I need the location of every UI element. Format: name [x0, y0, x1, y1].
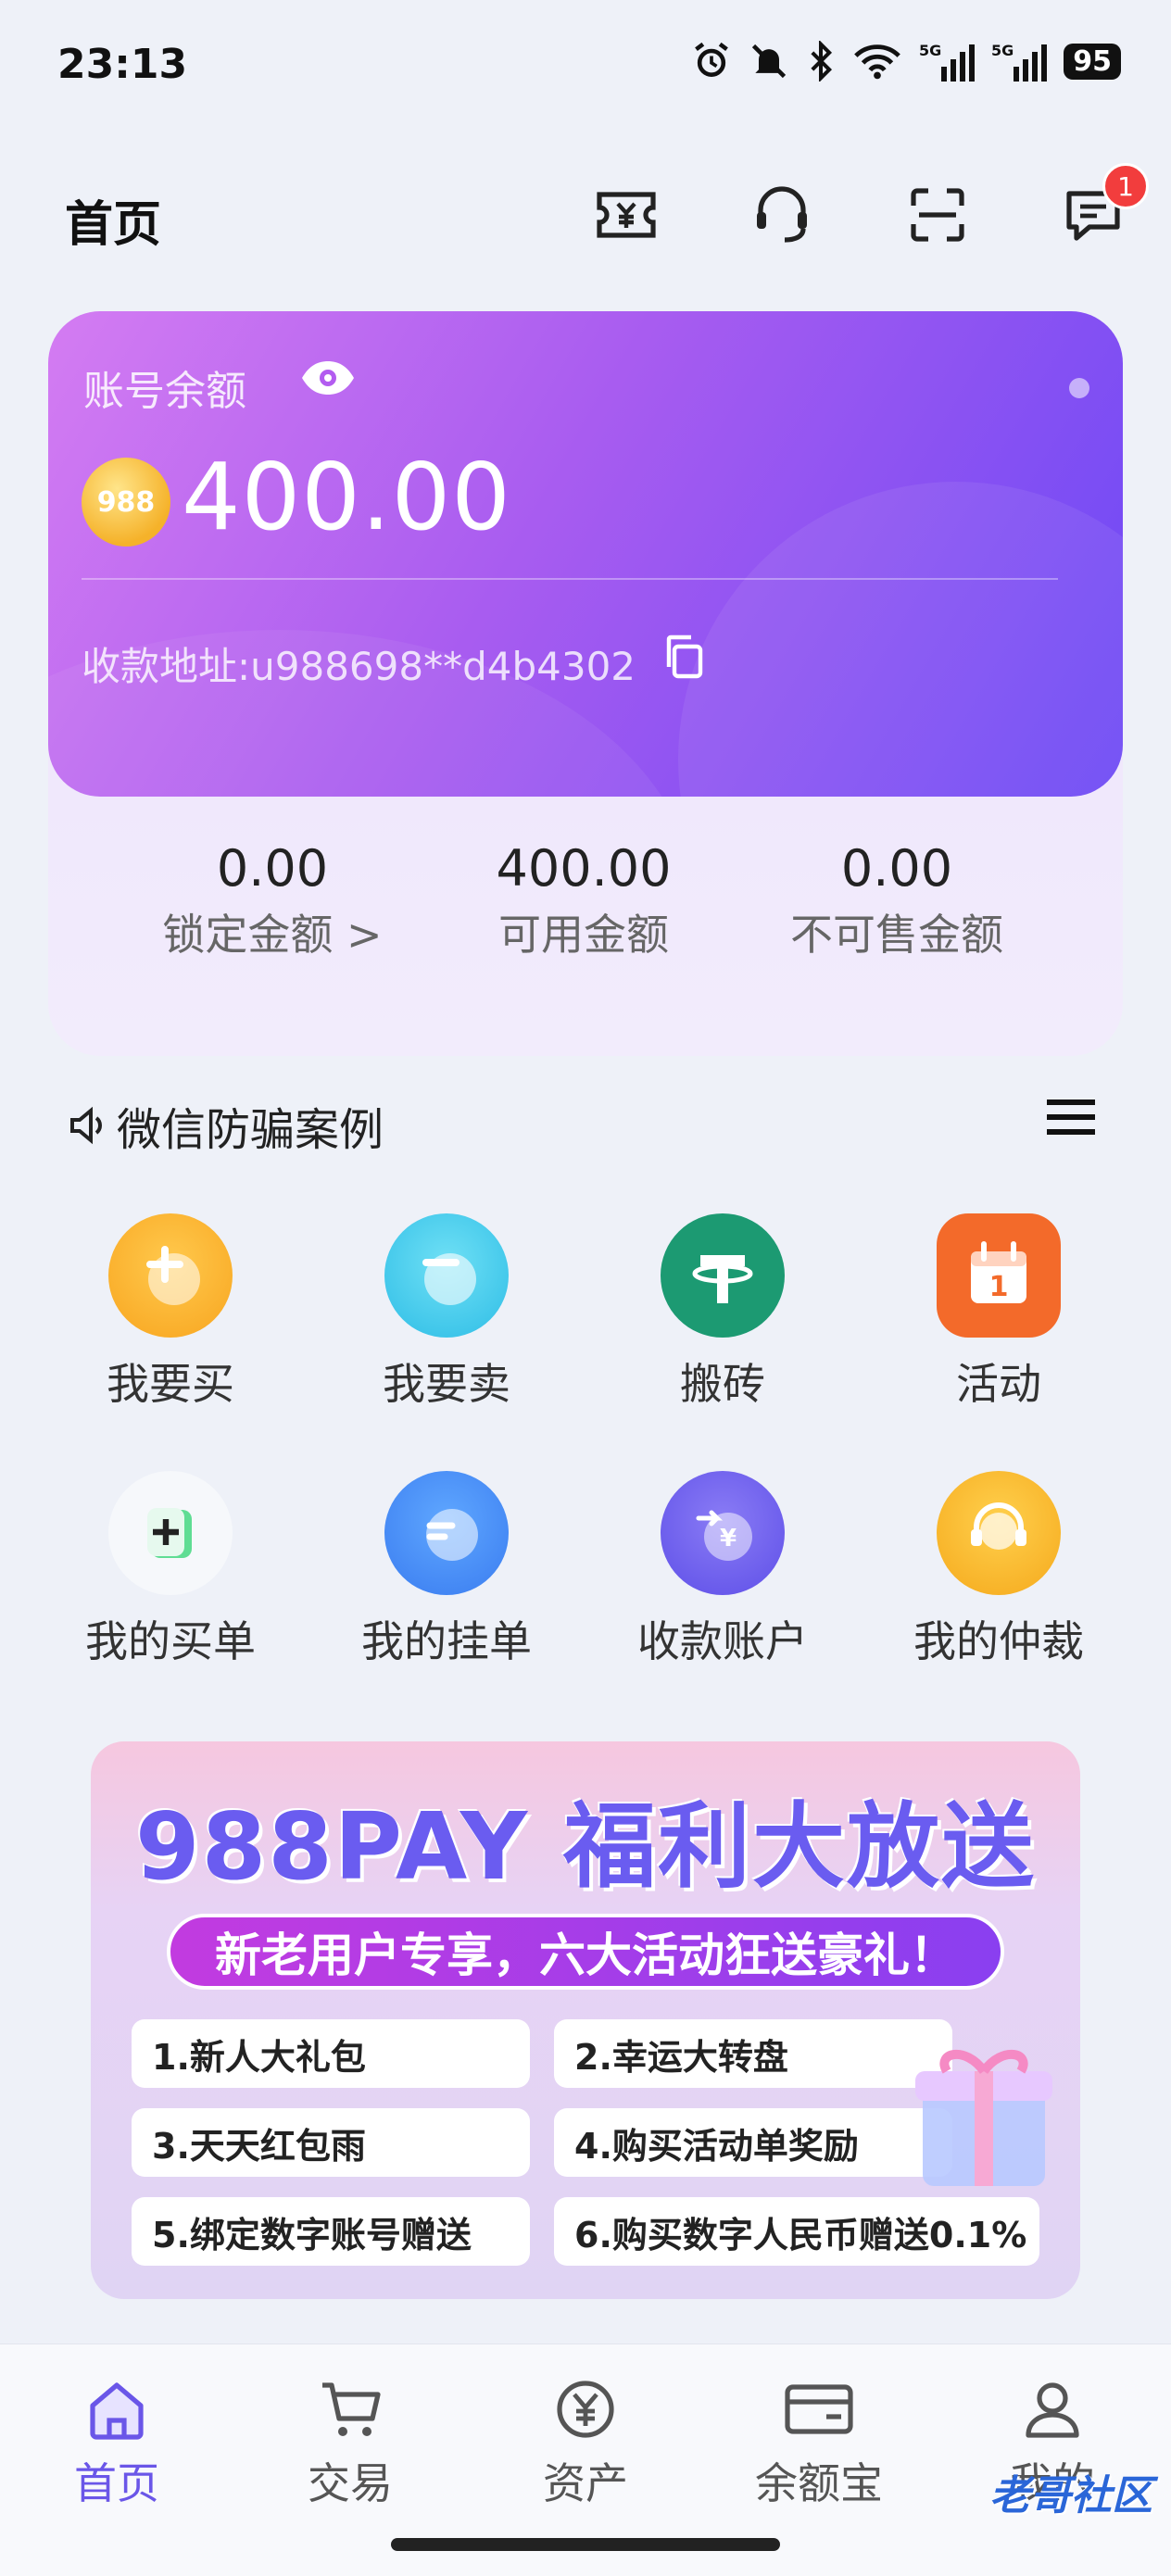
- arbitration-icon: [937, 1471, 1061, 1595]
- grid-label: 我要卖: [383, 1359, 510, 1409]
- receive-account-icon: ¥: [661, 1471, 785, 1595]
- stat-available: 400.00 可用金额: [426, 839, 741, 962]
- voucher-icon[interactable]: [591, 180, 661, 250]
- eye-icon[interactable]: [300, 359, 356, 400]
- customer-service-icon[interactable]: [747, 180, 817, 250]
- bluetooth-icon: [811, 41, 833, 82]
- stat-locked[interactable]: 0.00 锁定金额 >: [115, 839, 430, 962]
- nav-label: 余额宝: [755, 2458, 883, 2508]
- grid-label: 收款账户: [637, 1616, 808, 1666]
- stat-label: 可用金额: [498, 910, 669, 960]
- card-divider: [82, 578, 1058, 580]
- messages-icon[interactable]: 1: [1058, 163, 1149, 250]
- tether-icon: [661, 1213, 785, 1338]
- banner-subtitle: 新老用户专享，六大活动狂送豪礼！: [167, 1914, 1004, 1990]
- stat-unsellable: 0.00 不可售金额: [739, 839, 1054, 962]
- banner-item: 2.幸运大转盘: [554, 2019, 952, 2088]
- coin-logo: 988: [82, 458, 170, 547]
- gift-box-icon: [900, 2019, 1067, 2195]
- svg-text:5G: 5G: [919, 42, 941, 59]
- banner-item: 1.新人大礼包: [132, 2019, 530, 2088]
- nav-label: 资产: [543, 2458, 628, 2508]
- copy-icon[interactable]: [661, 634, 706, 684]
- banner-title: 988PAY 福利大放送: [135, 1792, 1036, 1901]
- card-indicator-dot: [1069, 378, 1089, 398]
- buy-order-icon: [108, 1471, 233, 1595]
- status-icons: 5G 5G 95: [691, 41, 1121, 82]
- page-title: 首页: [65, 197, 162, 253]
- grid-item-receive-account[interactable]: ¥ 收款账户: [611, 1471, 834, 1669]
- nav-home[interactable]: 首页: [24, 2376, 209, 2511]
- stat-label: 不可售金额: [790, 910, 1003, 960]
- grid-label: 我要买: [107, 1359, 234, 1409]
- message-badge: 1: [1102, 163, 1149, 209]
- svg-text:1: 1: [989, 1271, 1009, 1303]
- user-icon: [1026, 2382, 1079, 2438]
- grid-item-buy[interactable]: 我要买: [59, 1213, 282, 1412]
- status-time: 23:13: [57, 41, 188, 88]
- calendar-icon: 1: [937, 1213, 1061, 1338]
- grid-item-activity[interactable]: 1 活动: [888, 1213, 1110, 1412]
- notice-text: 微信防骗案例: [117, 1104, 384, 1156]
- yen-coin-icon: [557, 2381, 614, 2438]
- stat-value: 0.00: [216, 839, 329, 898]
- balance-label: 账号余额: [83, 368, 246, 415]
- balance-card: 账号余额 988 400.00 收款地址:u988698**d4b4302: [48, 311, 1123, 797]
- home-indicator[interactable]: [391, 2538, 780, 2551]
- stat-label: 锁定金额 >: [162, 910, 383, 960]
- wifi-icon: [854, 44, 901, 80]
- grid-item-my-buy-orders[interactable]: 我的买单: [59, 1471, 282, 1669]
- grid-label: 我的买单: [85, 1616, 256, 1666]
- promo-banner[interactable]: 988PAY 福利大放送 新老用户专享，六大活动狂送豪礼！ 1.新人大礼包 2.…: [91, 1741, 1080, 2299]
- grid-item-sell[interactable]: 我要卖: [335, 1213, 558, 1412]
- cart-icon: [322, 2382, 381, 2436]
- grid-label: 我的仲裁: [913, 1616, 1084, 1666]
- minus-coin-icon: [384, 1213, 509, 1338]
- sell-order-icon: [384, 1471, 509, 1595]
- scan-icon[interactable]: [902, 180, 973, 250]
- watermark-logo: 老哥社区: [989, 2472, 1152, 2519]
- wallet-icon: [785, 2384, 853, 2434]
- grid-item-brick[interactable]: 搬砖: [611, 1213, 834, 1412]
- mute-icon: [752, 44, 787, 79]
- svg-text:5G: 5G: [991, 42, 1014, 59]
- grid-label: 活动: [956, 1359, 1041, 1409]
- receive-address: 收款地址:u988698**d4b4302: [82, 644, 636, 689]
- grid-label: 搬砖: [680, 1359, 765, 1409]
- banner-item: 6.购买数字人民币赠送0.1%: [554, 2197, 1039, 2266]
- signal-5g-icon-2: 5G: [991, 42, 1048, 82]
- nav-assets[interactable]: 资产: [493, 2376, 678, 2511]
- stat-value: 0.00: [840, 839, 953, 898]
- banner-item: 5.绑定数字账号赠送: [132, 2197, 530, 2266]
- banner-item: 4.购买活动单奖励: [554, 2108, 952, 2177]
- menu-icon[interactable]: [1045, 1099, 1097, 1139]
- balance-amount: 400.00: [182, 443, 511, 551]
- notice-bar[interactable]: 微信防骗案例: [67, 1093, 384, 1158]
- grid-item-arbitration[interactable]: 我的仲裁: [888, 1471, 1110, 1669]
- nav-label: 交易: [308, 2458, 393, 2508]
- battery-indicator: 95: [1064, 43, 1121, 80]
- nav-yuebao[interactable]: 余额宝: [726, 2376, 912, 2511]
- plus-coin-icon: [108, 1213, 233, 1338]
- speaker-icon: [70, 1106, 102, 1145]
- nav-label: 首页: [74, 2458, 159, 2508]
- banner-item: 3.天天红包雨: [132, 2108, 530, 2177]
- signal-5g-icon: 5G: [919, 42, 976, 82]
- grid-item-my-sell-orders[interactable]: 我的挂单: [335, 1471, 558, 1669]
- stat-value: 400.00: [496, 839, 672, 898]
- svg-text:¥: ¥: [720, 1525, 737, 1552]
- grid-label: 我的挂单: [361, 1616, 532, 1666]
- home-icon: [90, 2382, 144, 2440]
- alarm-icon: [695, 42, 729, 77]
- nav-trade[interactable]: 交易: [258, 2376, 443, 2511]
